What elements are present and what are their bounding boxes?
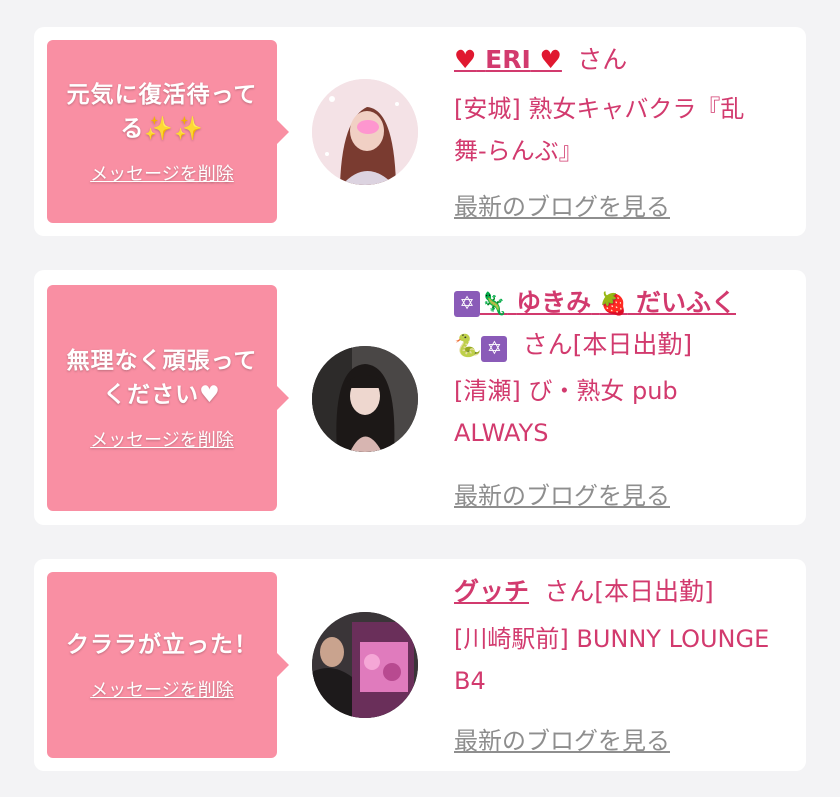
message-line: クララが立った！ — [66, 632, 258, 658]
message-text: 元気に復活待って る✨✨ — [67, 78, 258, 146]
avatar[interactable] — [312, 79, 418, 185]
star-of-david-icon: ✡ — [454, 291, 480, 317]
heart-icon: ♥ — [539, 45, 562, 74]
message-line: 元気に復活待って — [66, 81, 258, 108]
cast-name: だいふく — [635, 288, 736, 317]
star-of-david-icon: ✡ — [481, 335, 508, 362]
message-card: クララが立った！ メッセージを削除 グッチ さん[本日出勤] [川崎駅前] BU… — [34, 559, 806, 771]
message-bubble: 元気に復活待って る✨✨ メッセージを削除 — [47, 40, 289, 223]
cast-name-link[interactable]: ♥ ERI ♥ — [454, 45, 562, 74]
heart-icon: ♥ — [454, 45, 477, 74]
message-bubble: クララが立った！ メッセージを削除 — [47, 572, 289, 758]
honorific: さん[本日出勤] — [522, 330, 693, 359]
message-bubble: 無理なく頑張って ください♥ メッセージを削除 — [47, 285, 289, 511]
strawberry-icon: 🍓 — [599, 292, 628, 317]
avatar-photo — [312, 346, 418, 452]
shop-line: [川崎駅前] BUNNY LOUNGE — [454, 625, 770, 653]
delete-message-link[interactable]: メッセージを削除 — [90, 426, 234, 452]
message-text-span: ください♥ — [103, 382, 221, 408]
message-card: 無理なく頑張って ください♥ メッセージを削除 ✡ 🦎 ゆきみ 🍓 だいふく 🐍 ✡… — [34, 270, 806, 525]
shop-line: [安城] 熟女キャバクラ『乱 — [454, 95, 745, 123]
message-line: 無理なく頑張って — [66, 348, 258, 374]
cast-name-link[interactable]: ✡ 🦎 ゆきみ 🍓 だいふく — [454, 288, 736, 317]
shop-line: ALWAYS — [454, 419, 549, 447]
shop-line: B4 — [454, 667, 486, 695]
cast-name: ERI — [485, 45, 531, 74]
avatar[interactable] — [312, 346, 418, 452]
message-line: ください♥ — [67, 378, 258, 412]
cast-info: グッチ さん[本日出勤] [川崎駅前] BUNNY LOUNGE B4 最新のブ… — [454, 573, 794, 763]
latest-blog-link[interactable]: 最新のブログを見る — [454, 721, 670, 756]
cast-info: ✡ 🦎 ゆきみ 🍓 だいふく 🐍 ✡ さん[本日出勤] [清瀬] び・熟女 pub … — [454, 284, 794, 514]
message-line: る✨✨ — [120, 115, 204, 142]
honorific: さん[本日出勤] — [544, 577, 714, 606]
cast-name: ゆきみ — [516, 288, 592, 317]
message-card: 元気に復活待って る✨✨ メッセージを削除 ♥ ERI ♥ さん [安城] 熟女… — [34, 27, 806, 236]
latest-blog-link[interactable]: 最新のブログを見る — [454, 476, 670, 511]
avatar-photo — [312, 79, 418, 185]
latest-blog-link[interactable]: 最新のブログを見る — [454, 187, 670, 222]
message-text: 無理なく頑張って ください♥ — [67, 344, 258, 412]
shop-name: [清瀬] び・熟女 pub ALWAYS — [454, 370, 794, 454]
honorific: さん — [577, 45, 628, 74]
avatar[interactable] — [312, 612, 418, 718]
cast-name-link[interactable]: グッチ — [454, 577, 529, 606]
shop-line: 舞-らんぶ』 — [454, 137, 583, 165]
avatar-photo — [312, 612, 418, 718]
message-text: クララが立った！ — [66, 628, 258, 662]
snake-icon: 🐍 — [454, 334, 482, 359]
shop-line: [清瀬] び・熟女 pub — [454, 377, 678, 405]
lizard-icon: 🦎 — [480, 292, 508, 317]
cast-info: ♥ ERI ♥ さん [安城] 熟女キャバクラ『乱 舞-らんぶ』 最新のブログを… — [454, 41, 794, 231]
shop-name: [安城] 熟女キャバクラ『乱 舞-らんぶ』 — [454, 88, 794, 172]
delete-message-link[interactable]: メッセージを削除 — [90, 676, 234, 702]
shop-name: [川崎駅前] BUNNY LOUNGE B4 — [454, 618, 794, 702]
delete-message-link[interactable]: メッセージを削除 — [90, 160, 234, 186]
